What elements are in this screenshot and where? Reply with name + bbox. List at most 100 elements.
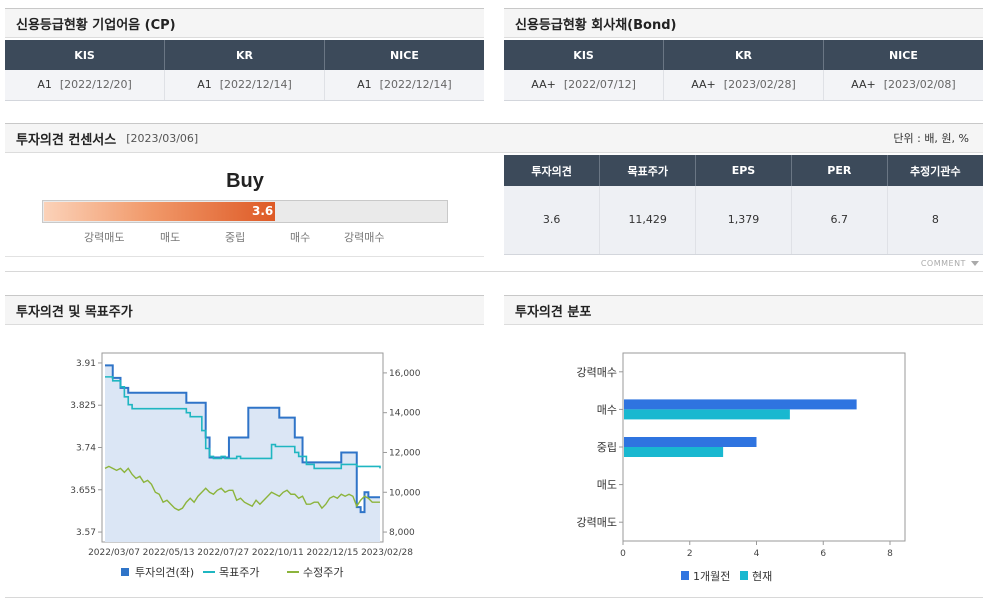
table-row: AA+ [2022/07/12] AA+ [2023/02/28] AA+ [2023… — [504, 70, 983, 101]
distribution-chart: 강력매수매수중립매도강력매도 0 2 4 6 8 1개월전 현재 — [577, 352, 906, 583]
legend-swatch — [121, 568, 129, 576]
legend-label: 현재 — [752, 570, 772, 583]
distribution-title: 투자의견 분포 — [515, 304, 592, 320]
col-opinion: 투자의견 — [504, 155, 601, 186]
opinion-target-title: 투자의견 및 목표주가 — [16, 304, 133, 320]
bar-1-month-ago — [624, 437, 757, 447]
category-label: 매도 — [597, 479, 617, 492]
rating-date: [2023/02/08] — [883, 78, 956, 92]
col-kis: KIS — [504, 40, 665, 70]
col-eps: EPS — [695, 155, 792, 186]
consensus-table: 투자의견 목표주가 EPS PER 추정기관수 3.6 11,429 1,379… — [504, 155, 983, 255]
rating-grade: A1 — [37, 78, 52, 92]
rating-date: [2022/12/20] — [59, 78, 132, 92]
scale-label: 강력매도 — [84, 231, 125, 244]
consensus-title: 투자의견 컨센서스 — [16, 132, 117, 148]
bar-current — [624, 409, 790, 420]
col-kr: KR — [164, 40, 325, 70]
cell-opinion: 3.6 — [504, 186, 601, 255]
rating-date: [2023/02/28] — [723, 78, 796, 92]
scale-label: 강력매수 — [344, 231, 385, 244]
x-tick-label: 8 — [887, 549, 893, 559]
legend-label: 1개월전 — [693, 570, 730, 583]
col-kr: KR — [663, 40, 824, 70]
y-right-tick-label: 14,000 — [389, 409, 421, 419]
cp-rating-title: 신용등급현황 기업어음 (CP) — [16, 17, 176, 33]
x-tick-label: 2022/03/07 — [88, 548, 140, 558]
rating-date: [2022/12/14] — [379, 78, 452, 92]
rating-grade: A1 — [357, 78, 372, 92]
table-row: 3.6 11,429 1,379 6.7 8 — [504, 186, 983, 255]
y-left-tick-label: 3.57 — [76, 528, 96, 538]
category-label: 매수 — [597, 403, 617, 416]
opinion-score-fill — [44, 202, 275, 221]
legend-label: 목표주가 — [219, 566, 259, 579]
opinion-score-value: 3.6 — [252, 204, 274, 218]
col-kis: KIS — [5, 40, 166, 70]
col-target-price: 목표주가 — [599, 155, 697, 186]
x-tick-label: 2022/05/13 — [143, 548, 195, 558]
category-label: 강력매도 — [577, 516, 617, 529]
cell-estimators: 8 — [887, 186, 983, 255]
consensus-date: [2023/03/06] — [126, 131, 199, 145]
distribution-header: 투자의견 분포 — [504, 295, 983, 325]
scale-label: 중립 — [225, 231, 246, 244]
table-row: A1 [2022/12/20] A1 [2022/12/14] A1 [2022/12… — [5, 70, 484, 101]
scale-label: 매수 — [290, 231, 311, 244]
bond-rating-title: 신용등급현황 회사채(Bond) — [515, 17, 677, 33]
opinion-target-chart: 3.91 3.825 3.74 3.655 3.57 16,000 14,000 12,000… — [70, 352, 421, 579]
comment-label: COMMENT — [920, 259, 966, 268]
bar-current — [624, 447, 724, 457]
unit-label: 단위 : 배, 원, % — [893, 132, 969, 145]
y-left-tick-label: 3.825 — [70, 401, 96, 411]
x-tick-label: 4 — [754, 549, 760, 559]
y-right-tick-label: 10,000 — [389, 488, 421, 498]
bond-rating-header: 신용등급현황 회사채(Bond) — [504, 8, 983, 38]
x-tick-label: 2022/07/27 — [197, 548, 249, 558]
chevron-down-icon — [971, 261, 979, 266]
rating-grade: AA+ — [851, 78, 876, 92]
y-left-tick-label: 3.74 — [76, 444, 96, 454]
rating-grade: AA+ — [531, 78, 556, 92]
cell-per: 6.7 — [791, 186, 888, 255]
legend-label: 투자의견(좌) — [135, 566, 194, 579]
cp-rating-header: 신용등급현황 기업어음 (CP) — [5, 8, 484, 38]
x-tick-label: 2022/12/15 — [306, 548, 358, 558]
scale-label: 매도 — [160, 231, 181, 244]
col-nice: NICE — [324, 40, 484, 70]
category-label: 강력매수 — [577, 366, 617, 379]
cell-target-price: 11,429 — [599, 186, 697, 255]
legend-swatch — [681, 571, 689, 580]
cp-rating-table: KIS KR NICE A1 [2022/12/20] A1 [2022/12/14… — [5, 40, 484, 101]
y-right-tick-label: 8,000 — [389, 528, 415, 538]
col-per: PER — [791, 155, 888, 186]
rating-date: [2022/07/12] — [563, 78, 636, 92]
y-left-tick-label: 3.91 — [76, 359, 96, 369]
divider — [5, 271, 983, 272]
divider — [5, 597, 983, 598]
y-left-tick-label: 3.655 — [70, 486, 96, 496]
x-tick-label: 6 — [820, 549, 826, 559]
col-nice: NICE — [823, 40, 983, 70]
x-tick-label: 0 — [620, 549, 626, 559]
x-tick-label: 2 — [687, 549, 693, 559]
x-tick-label: 2022/10/11 — [252, 548, 304, 558]
rating-grade: AA+ — [691, 78, 716, 92]
divider — [5, 256, 484, 257]
cell-eps: 1,379 — [695, 186, 792, 255]
opinion-target-header: 투자의견 및 목표주가 — [5, 295, 484, 325]
rating-date: [2022/12/14] — [219, 78, 292, 92]
bar-1-month-ago — [624, 399, 857, 410]
col-estimators: 추정기관수 — [887, 155, 983, 186]
legend-swatch — [740, 571, 748, 580]
x-tick-label: 2023/02/28 — [361, 548, 413, 558]
consensus-header: 투자의견 컨센서스 [2023/03/06] 단위 : 배, 원, % — [5, 123, 983, 153]
opinion-text: Buy — [226, 170, 264, 192]
rating-grade: A1 — [197, 78, 212, 92]
y-right-tick-label: 16,000 — [389, 369, 421, 379]
category-label: 중립 — [597, 441, 617, 454]
opinion-score-bar: 3.6 — [42, 200, 448, 223]
y-right-tick-label: 12,000 — [389, 448, 421, 458]
comment-toggle[interactable]: COMMENT — [921, 259, 979, 268]
bond-rating-table: KIS KR NICE AA+ [2022/07/12] AA+ [2023/02/… — [504, 40, 983, 101]
